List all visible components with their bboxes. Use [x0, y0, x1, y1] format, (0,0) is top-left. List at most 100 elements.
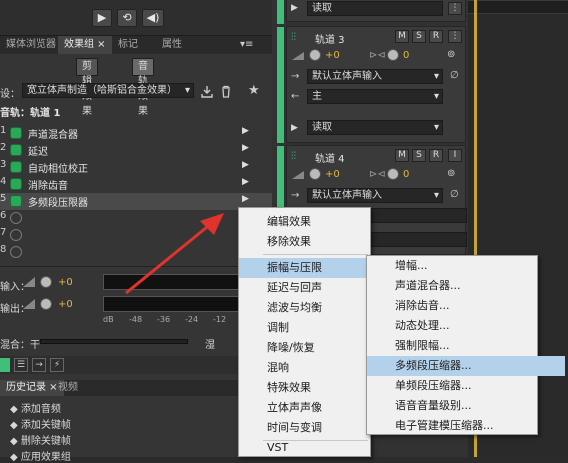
history-item[interactable]: ◆ 应用效果组: [10, 448, 71, 463]
automation-arrow-icon[interactable]: ▶: [291, 3, 298, 13]
volume-value[interactable]: +0: [325, 169, 340, 180]
automation-arrow-icon[interactable]: ▶: [291, 123, 298, 133]
list-icon[interactable]: ☰: [14, 358, 28, 372]
panel-menu-icon[interactable]: ▾≡: [234, 36, 259, 54]
effect-slot[interactable]: 3 自动相位校正 ▶: [0, 159, 272, 176]
lightning-icon[interactable]: ⚡: [50, 358, 64, 372]
effect-slot[interactable]: 2 延迟 ▶: [0, 142, 272, 159]
mix-slider[interactable]: [40, 339, 188, 344]
menu-item-remove-effect[interactable]: 移除效果: [239, 232, 398, 252]
history-item[interactable]: ◆ 添加关键帧: [10, 416, 71, 431]
input-gain-value[interactable]: +0: [58, 277, 73, 288]
play-arrow-icon[interactable]: ▶: [242, 160, 249, 170]
clip-region[interactable]: [468, 0, 568, 14]
history-dot-icon: ◆: [10, 404, 21, 415]
favorite-star-icon[interactable]: ★: [248, 83, 260, 98]
effect-slot[interactable]: 1 声道混合器 ▶: [0, 125, 272, 142]
output-arrow-icon: ←: [291, 91, 300, 102]
tab-properties[interactable]: 属性: [156, 36, 188, 54]
output-gain-knob[interactable]: [40, 298, 52, 310]
tab-media-browser[interactable]: 媒体浏览器: [0, 36, 62, 54]
meter-tick: dB: [103, 315, 114, 324]
pan-value[interactable]: 0: [403, 50, 409, 61]
mute-button[interactable]: M: [395, 30, 409, 43]
submenu-item-dynamics[interactable]: 动态处理...: [367, 316, 565, 336]
power-off-icon[interactable]: [10, 229, 22, 241]
input-gain-knob[interactable]: [40, 276, 52, 288]
play-arrow-icon[interactable]: ▶: [242, 177, 249, 187]
track-menu-button[interactable]: ⋮: [448, 30, 462, 43]
output-select[interactable]: 主 ▾: [307, 89, 443, 104]
automation-mode-select[interactable]: 读取: [307, 1, 443, 16]
track-menu-button[interactable]: ⋮: [448, 2, 462, 15]
delete-preset-icon[interactable]: [220, 85, 232, 98]
history-item[interactable]: ◆ 添加音频: [10, 400, 61, 415]
play-button[interactable]: ▶: [92, 9, 112, 27]
input-select[interactable]: 默认立体声输入 ▾: [307, 188, 443, 203]
save-preset-icon[interactable]: [200, 85, 214, 98]
menu-item-label: 混响: [267, 361, 289, 374]
clip-effects-button[interactable]: 剪辑效果: [76, 58, 98, 117]
track-name[interactable]: 轨道 3: [315, 31, 345, 46]
pan-knob[interactable]: [387, 168, 399, 180]
stereo-icon[interactable]: ⊚: [447, 49, 455, 60]
meter-tick: -12: [213, 315, 227, 324]
power-toggle-icon[interactable]: [0, 358, 10, 372]
volume-value[interactable]: +0: [325, 50, 340, 61]
play-arrow-icon[interactable]: ▶: [242, 126, 249, 136]
input-monitor-button[interactable]: I: [448, 149, 462, 162]
submenu-item-single-band-compressor[interactable]: 单频段压缩器...: [367, 376, 565, 396]
record-arm-button[interactable]: R: [429, 30, 443, 43]
power-on-icon[interactable]: [10, 144, 22, 156]
menu-item-edit-effect[interactable]: 编辑效果: [239, 212, 398, 232]
menu-item-vst[interactable]: VST >: [239, 438, 398, 458]
pan-knob[interactable]: [387, 49, 399, 61]
power-on-icon[interactable]: [10, 178, 22, 190]
track-effects-button[interactable]: 音轨效果: [132, 58, 154, 117]
tab-effects-rack[interactable]: 效果组 ×: [58, 36, 112, 54]
menu-item-label: 调制: [267, 321, 289, 334]
submenu-item-multiband-compressor[interactable]: 多频段压缩器...: [367, 356, 565, 376]
submenu-item-speech-volume-leveler[interactable]: 语音音量级别...: [367, 396, 565, 416]
submenu-item-tube-compressor[interactable]: 电子管建模压缩器...: [367, 416, 565, 436]
history-item-label: 添加关键帧: [20, 420, 71, 431]
track-name[interactable]: 轨道 4: [315, 150, 345, 165]
history-item-label: 删除关键帧: [20, 436, 71, 447]
submenu-item-amplify[interactable]: 增幅...: [367, 256, 565, 276]
submenu-item-hard-limiter[interactable]: 强制限幅...: [367, 336, 565, 356]
solo-button[interactable]: S: [412, 149, 426, 162]
polarity-icon[interactable]: ∅: [450, 70, 459, 81]
power-on-icon[interactable]: [10, 195, 22, 207]
record-arm-button[interactable]: R: [429, 149, 443, 162]
power-off-icon[interactable]: [10, 212, 22, 224]
polarity-icon[interactable]: ∅: [450, 189, 459, 200]
history-item[interactable]: ◆ 删除关键帧: [10, 432, 71, 447]
submenu-item-deesser[interactable]: 消除齿音...: [367, 296, 565, 316]
mute-button[interactable]: M: [395, 149, 409, 162]
menu-separator: [263, 254, 368, 255]
solo-button[interactable]: S: [412, 30, 426, 43]
preset-select[interactable]: 宽立体声制造（哈斯铝合金效果） ▾: [22, 83, 194, 98]
output-gain-value[interactable]: +0: [58, 299, 73, 310]
power-on-icon[interactable]: [10, 127, 22, 139]
pan-value[interactable]: 0: [403, 169, 409, 180]
effect-slot[interactable]: 4 消除齿音 ▶: [0, 176, 272, 193]
monitor-button[interactable]: ◀): [142, 9, 164, 27]
input-select[interactable]: 默认立体声输入 ▾: [307, 69, 443, 84]
automation-mode-select[interactable]: 读取 ▾: [307, 120, 443, 135]
power-on-icon[interactable]: [10, 161, 22, 173]
tab-video[interactable]: 视频: [52, 380, 84, 396]
play-arrow-icon[interactable]: ▶: [242, 194, 249, 204]
insert-icon[interactable]: →: [32, 358, 46, 372]
effect-name: 自动相位校正: [28, 164, 88, 175]
tab-markers[interactable]: 标记: [112, 36, 144, 54]
track-2-panel: ▶ 读取 ⋮: [286, 0, 466, 22]
effect-name: 消除齿音: [28, 181, 68, 192]
power-off-icon[interactable]: [10, 246, 22, 258]
volume-knob[interactable]: [309, 168, 321, 180]
play-arrow-icon[interactable]: ▶: [242, 143, 249, 153]
submenu-item-channel-mixer[interactable]: 声道混合器...: [367, 276, 565, 296]
stereo-icon[interactable]: ⊚: [447, 168, 455, 179]
loop-button[interactable]: ⟲: [117, 9, 137, 27]
volume-knob[interactable]: [309, 49, 321, 61]
